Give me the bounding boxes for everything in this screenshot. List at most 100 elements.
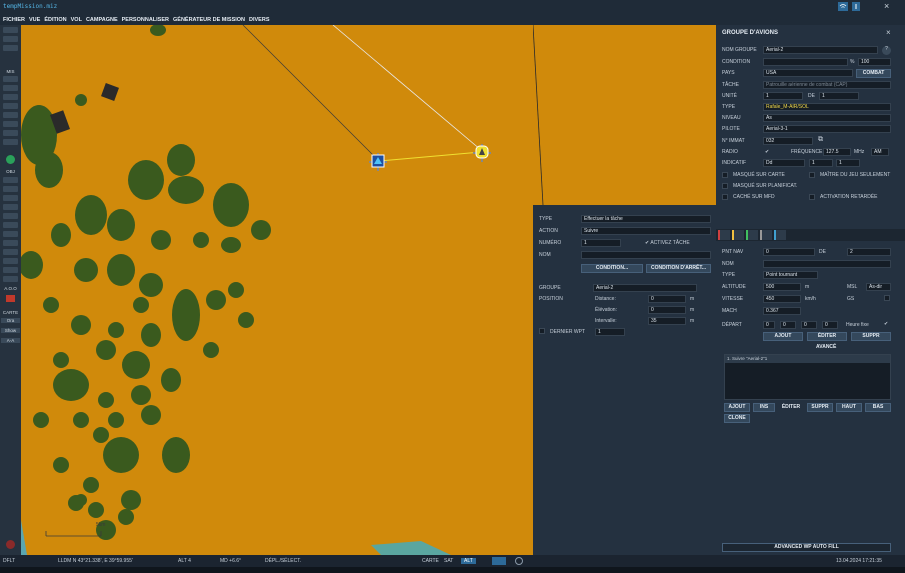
maitre-jeu-checkbox[interactable] bbox=[809, 172, 815, 178]
status-mode[interactable]: DFLT bbox=[3, 558, 15, 564]
intervalle-field[interactable]: 35 bbox=[648, 317, 686, 325]
niveau-select[interactable]: As bbox=[763, 114, 891, 122]
tool-icon-8[interactable] bbox=[3, 139, 18, 145]
dernier-wpt-field[interactable]: 1 bbox=[595, 328, 625, 336]
masque-planif-checkbox[interactable] bbox=[722, 183, 728, 189]
wp-suppr-button[interactable]: SUPPR bbox=[851, 332, 891, 341]
close-icon[interactable]: × bbox=[884, 1, 889, 11]
gs-checkbox[interactable] bbox=[884, 295, 890, 301]
stop-icon[interactable] bbox=[6, 540, 15, 549]
tab-radio-icon[interactable] bbox=[774, 230, 786, 240]
status-green-icon[interactable] bbox=[6, 155, 15, 164]
wp-type-select[interactable]: Point tournant bbox=[763, 271, 818, 279]
condition-button[interactable]: CONDITION... bbox=[581, 264, 643, 273]
obj-icon-12[interactable] bbox=[3, 276, 18, 282]
info-icon[interactable] bbox=[852, 2, 860, 13]
obj-icon-2[interactable] bbox=[3, 186, 18, 192]
tool-icon-5[interactable] bbox=[3, 112, 18, 118]
map-view[interactable]: 5km bbox=[21, 25, 533, 555]
act-suppr-button[interactable]: SUPPR bbox=[807, 403, 833, 412]
unite-de-field[interactable]: 1 bbox=[819, 92, 859, 100]
active-tache-check[interactable]: ✔ ACTIVEZ TÂCHE bbox=[645, 240, 690, 246]
layers-icon[interactable] bbox=[492, 557, 506, 565]
sat-mode-button[interactable]: SAT bbox=[444, 558, 453, 564]
distance-field[interactable]: 0 bbox=[648, 295, 686, 303]
condition-value-field[interactable]: 100 bbox=[858, 58, 891, 66]
wp-ajout-button[interactable]: AJOUT bbox=[763, 332, 803, 341]
cache-mfd-checkbox[interactable] bbox=[722, 194, 728, 200]
act-editer-button[interactable]: ÉDITER bbox=[778, 403, 804, 412]
carte-mode-button[interactable]: CARTE bbox=[422, 558, 439, 564]
help-icon[interactable]: ? bbox=[882, 46, 891, 55]
depart-day-field[interactable]: 0 bbox=[763, 321, 775, 329]
tool-icon-4[interactable] bbox=[3, 103, 18, 109]
combat-button[interactable]: COMBAT bbox=[856, 69, 891, 78]
depart-hour-field[interactable]: 0 bbox=[780, 321, 796, 329]
tool-icon-6[interactable] bbox=[3, 121, 18, 127]
aircraft-unit-blue[interactable] bbox=[367, 151, 389, 173]
unite-field[interactable]: 1 bbox=[763, 92, 803, 100]
elevation-field[interactable]: 0 bbox=[648, 306, 686, 314]
obj-icon-8[interactable] bbox=[3, 240, 18, 246]
nom-groupe-field[interactable]: Aerial-2 bbox=[763, 46, 878, 54]
condition-field[interactable] bbox=[763, 58, 848, 66]
nimmat-field[interactable]: 032 bbox=[763, 137, 813, 145]
obj-icon-11[interactable] bbox=[3, 267, 18, 273]
alt-mode-button[interactable]: ALT bbox=[461, 558, 476, 564]
act-ajout-button[interactable]: AJOUT bbox=[724, 403, 750, 412]
pnt-nav-field[interactable]: 0 bbox=[763, 248, 815, 256]
obj-icon-6[interactable] bbox=[3, 222, 18, 228]
obj-icon-1[interactable] bbox=[3, 177, 18, 183]
actions-list[interactable]: 1. Suivre "Aerial-2"1 bbox=[724, 354, 891, 400]
menu-fichier[interactable]: FICHIER bbox=[3, 17, 25, 23]
tool-icon-2[interactable] bbox=[3, 85, 18, 91]
activation-checkbox[interactable] bbox=[809, 194, 815, 200]
save-icon[interactable] bbox=[3, 45, 18, 51]
vitesse-field[interactable]: 450 bbox=[763, 295, 801, 303]
radio-checkbox[interactable]: ✔ bbox=[765, 149, 769, 155]
indicatif-num2[interactable]: 1 bbox=[836, 159, 860, 167]
wp-nom-field[interactable] bbox=[763, 260, 891, 268]
type-select[interactable]: Rafale_M-AIR/SOL bbox=[763, 103, 891, 111]
aircraft-unit-yellow[interactable] bbox=[471, 142, 493, 164]
pilote-field[interactable]: Aerial-3-1 bbox=[763, 125, 891, 133]
map-view-right[interactable] bbox=[533, 25, 716, 205]
act-haut-button[interactable]: HAUT bbox=[836, 403, 862, 412]
pays-select[interactable]: USA bbox=[763, 69, 853, 77]
clock-icon[interactable] bbox=[515, 557, 523, 565]
alt-mode-select[interactable]: As-dir bbox=[866, 283, 891, 291]
obj-icon-4[interactable] bbox=[3, 204, 18, 210]
frequence-field[interactable]: 127.5 bbox=[823, 148, 851, 156]
msl-label[interactable]: MSL bbox=[847, 284, 857, 290]
ora-button[interactable]: Ora bbox=[1, 318, 20, 323]
tab-route-icon[interactable] bbox=[718, 230, 730, 240]
tab-loadout-icon[interactable] bbox=[732, 230, 744, 240]
open-file-icon[interactable] bbox=[3, 36, 18, 42]
task-nom-field[interactable] bbox=[581, 251, 711, 259]
act-clone-button[interactable]: CLONE bbox=[724, 414, 750, 423]
depart-sec-field[interactable]: 0 bbox=[822, 321, 838, 329]
advanced-wp-button[interactable]: ADVANCED WP AUTO FILL bbox=[722, 543, 891, 552]
new-file-icon[interactable] bbox=[3, 27, 18, 33]
obj-icon-10[interactable] bbox=[3, 258, 18, 264]
heure-fixe-check[interactable]: ✔ bbox=[884, 321, 888, 327]
menu-personnaliser[interactable]: PERSONNALISER bbox=[122, 17, 169, 23]
menu-generateur[interactable]: GÉNÉRATEUR DE MISSION bbox=[173, 17, 245, 23]
pnt-de-field[interactable]: 2 bbox=[847, 248, 891, 256]
menu-vol[interactable]: VOL bbox=[71, 17, 82, 23]
actions-list-item[interactable]: 1. Suivre "Aerial-2"1 bbox=[725, 355, 890, 363]
task-groupe-select[interactable]: Aerial-2 bbox=[593, 284, 697, 292]
wp-editer-button[interactable]: ÉDITER bbox=[807, 332, 847, 341]
depart-min-field[interactable]: 0 bbox=[801, 321, 817, 329]
menu-divers[interactable]: DIVERS bbox=[249, 17, 269, 23]
tool-icon-7[interactable] bbox=[3, 130, 18, 136]
menu-edition[interactable]: ÉDITION bbox=[44, 17, 66, 23]
group-panel-close-icon[interactable]: × bbox=[886, 28, 891, 37]
obj-icon-9[interactable] bbox=[3, 249, 18, 255]
delete-icon[interactable] bbox=[6, 295, 15, 302]
dernier-wpt-checkbox[interactable] bbox=[539, 328, 545, 334]
wifi-icon[interactable] bbox=[838, 2, 848, 13]
tab-payload-icon[interactable] bbox=[746, 230, 758, 240]
act-ins-button[interactable]: INS bbox=[753, 403, 775, 412]
avance-label[interactable]: AVANCÉ bbox=[816, 344, 836, 350]
